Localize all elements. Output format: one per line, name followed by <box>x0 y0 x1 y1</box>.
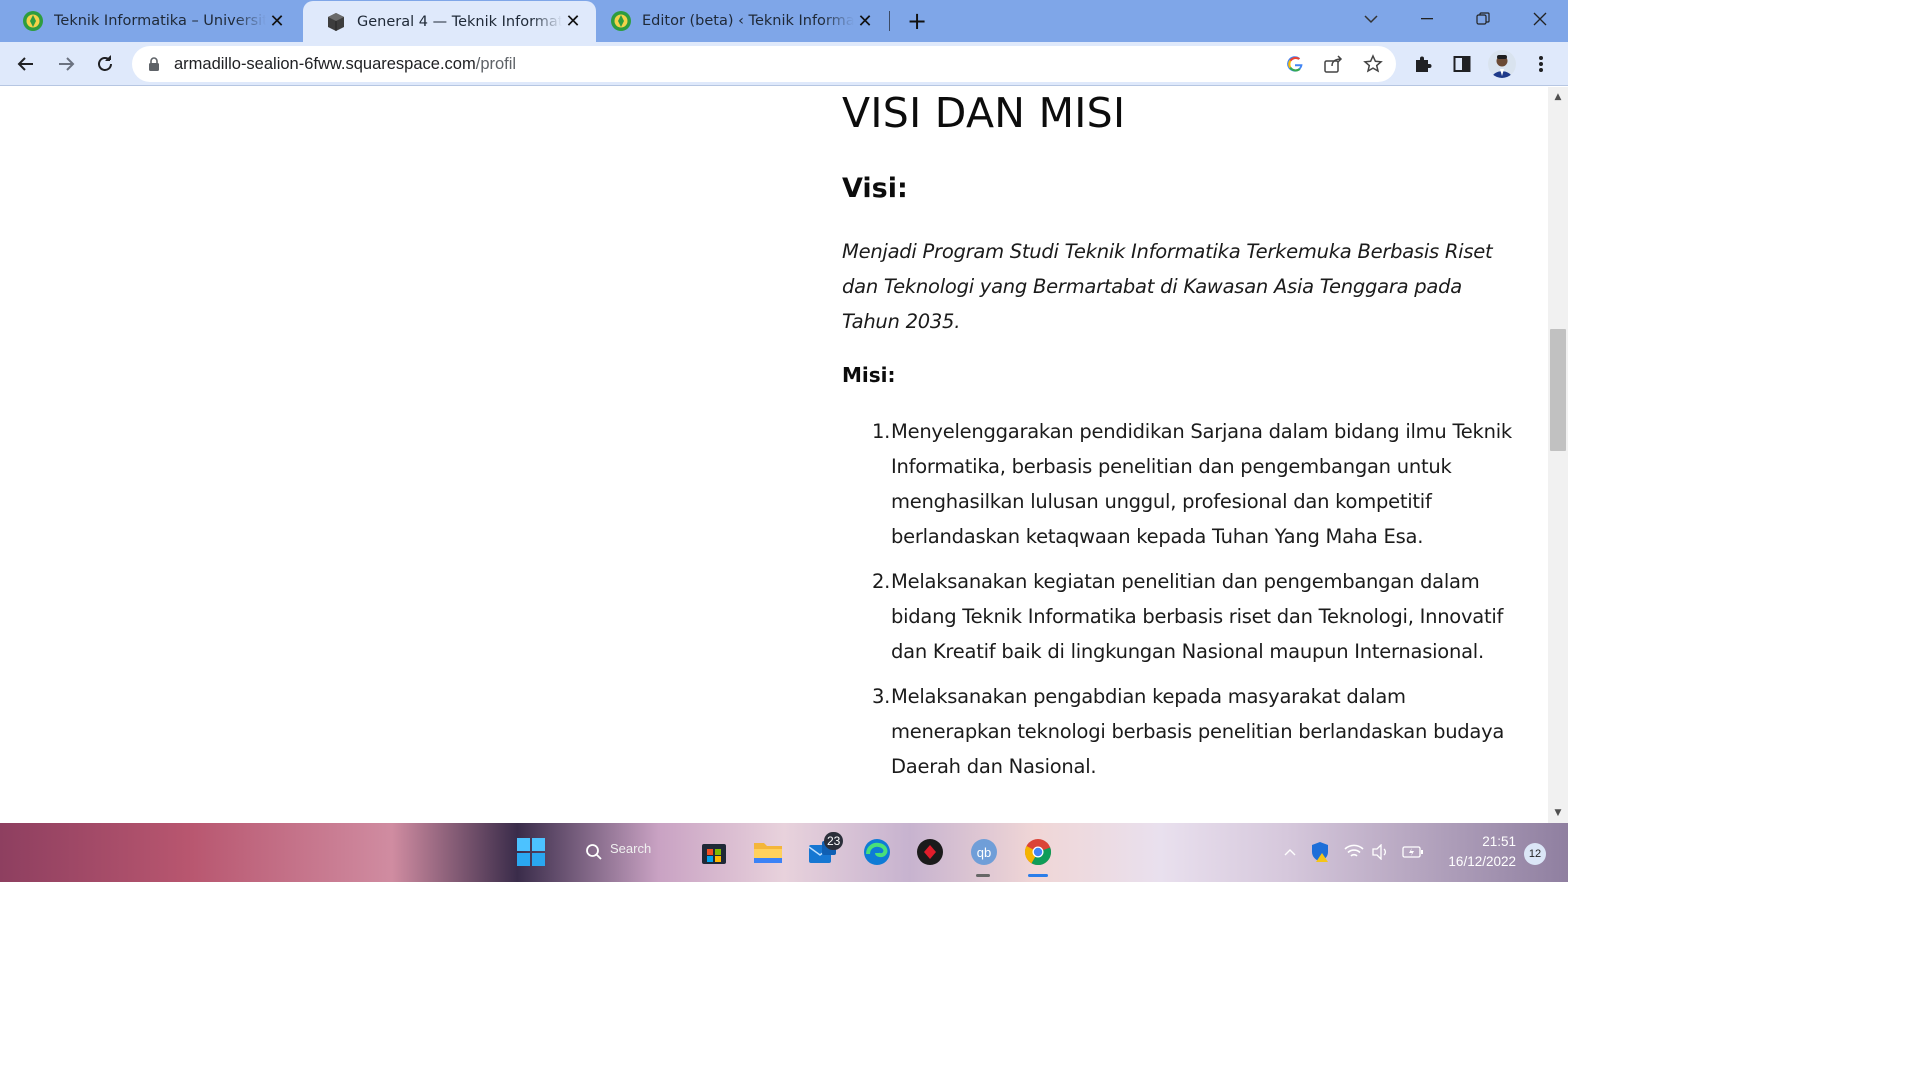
microsoft-store-icon[interactable] <box>697 835 731 869</box>
close-icon[interactable]: ✕ <box>266 10 288 32</box>
share-icon[interactable] <box>1322 52 1346 76</box>
tab-search-chevron-icon[interactable] <box>1343 0 1399 38</box>
misi-heading: Misi: <box>842 363 896 387</box>
url-text[interactable]: armadillo-sealion-6fww.squarespace.com/p… <box>174 55 516 74</box>
visi-heading: Visi: <box>842 173 908 204</box>
restore-button[interactable] <box>1455 0 1511 38</box>
close-icon[interactable]: ✕ <box>562 11 584 33</box>
forward-button[interactable] <box>50 48 82 80</box>
list-number: 3. <box>872 685 891 708</box>
close-window-button[interactable] <box>1512 0 1568 38</box>
google-lens-icon[interactable] <box>1283 52 1307 76</box>
back-button[interactable] <box>10 48 42 80</box>
url-host: armadillo-sealion-6fww.squarespace.com <box>174 54 476 73</box>
list-number: 1. <box>872 420 891 443</box>
tab-editor-beta[interactable]: Editor (beta) ‹ Teknik Informatika ✕ <box>588 0 888 42</box>
tab-title: General 4 — Teknik Informatika U <box>357 13 562 30</box>
web-page: VISI DAN MISI Visi: Menjadi Program Stud… <box>0 87 1548 823</box>
lock-icon[interactable] <box>146 56 162 72</box>
notification-count[interactable]: 12 <box>1524 843 1546 865</box>
list-item-text: Menyelenggarakan pendidikan Sarjana dala… <box>891 420 1512 548</box>
tab-general-4[interactable]: General 4 — Teknik Informatika U ✕ <box>303 1 596 42</box>
list-item-text: Melaksanakan kegiatan penelitian dan pen… <box>891 570 1504 663</box>
volume-icon[interactable] <box>1366 835 1394 869</box>
tab-title: Teknik Informatika – Universitas F <box>54 13 266 29</box>
new-tab-button[interactable]: + <box>902 6 932 36</box>
game-app-icon[interactable] <box>913 835 947 869</box>
windows-start-icon[interactable] <box>514 835 548 869</box>
edge-browser-icon[interactable] <box>860 835 894 869</box>
clock-date: 16/12/2022 <box>1448 854 1516 869</box>
clock[interactable]: 21:51 16/12/2022 <box>1440 832 1516 872</box>
tab-title: Editor (beta) ‹ Teknik Informatika <box>642 13 854 29</box>
university-logo-icon <box>22 10 44 32</box>
list-number: 2. <box>872 570 891 593</box>
browser-toolbar: armadillo-sealion-6fww.squarespace.com/p… <box>0 42 1568 86</box>
windows-taskbar: Search 23 qb 21:51 16/12/2022 12 <box>0 823 1568 882</box>
reload-button[interactable] <box>89 48 121 80</box>
file-explorer-icon[interactable] <box>751 835 785 869</box>
extensions-puzzle-icon[interactable] <box>1407 48 1439 80</box>
wifi-icon[interactable] <box>1340 835 1368 869</box>
chrome-menu-icon[interactable] <box>1525 48 1557 80</box>
search-icon[interactable] <box>582 835 606 869</box>
mail-badge: 23 <box>824 832 844 850</box>
battery-icon[interactable] <box>1398 835 1428 869</box>
list-item: 1. Menyelenggarakan pendidikan Sarjana d… <box>842 414 1512 554</box>
list-item-text: Melaksanakan pengabdian kepada masyaraka… <box>891 685 1505 778</box>
cube-icon <box>325 11 347 33</box>
clock-time: 21:51 <box>1482 834 1516 849</box>
svg-text:qb: qb <box>977 845 991 860</box>
profile-avatar[interactable] <box>1488 50 1516 78</box>
active-app-indicator <box>1028 874 1048 877</box>
bookmark-star-icon[interactable] <box>1361 52 1385 76</box>
side-panel-icon[interactable] <box>1446 48 1478 80</box>
minimize-button[interactable] <box>1399 0 1455 38</box>
url-path: /profil <box>475 54 517 73</box>
tab-teknik-informatika[interactable]: Teknik Informatika – Universitas F ✕ <box>0 0 300 42</box>
tab-separator <box>889 11 890 31</box>
scroll-down-arrow-icon[interactable]: ▼ <box>1548 805 1568 821</box>
university-logo-icon <box>610 10 632 32</box>
chrome-browser-icon[interactable] <box>1021 835 1055 869</box>
chevron-up-icon[interactable] <box>1278 835 1302 869</box>
misi-list: 1. Menyelenggarakan pendidikan Sarjana d… <box>842 414 1512 794</box>
visi-text: Menjadi Program Studi Teknik Informatika… <box>842 240 1493 333</box>
qbittorrent-icon[interactable]: qb <box>967 835 1001 869</box>
close-icon[interactable]: ✕ <box>854 10 876 32</box>
tab-strip: Teknik Informatika – Universitas F ✕ Gen… <box>0 0 1568 42</box>
scrollbar-thumb[interactable] <box>1550 329 1566 451</box>
vertical-scrollbar[interactable]: ▲ ▼ <box>1548 87 1568 823</box>
list-item: 2. Melaksanakan kegiatan penelitian dan … <box>842 564 1512 669</box>
active-app-indicator <box>976 874 990 877</box>
address-bar[interactable]: armadillo-sealion-6fww.squarespace.com/p… <box>132 46 1396 82</box>
page-title: VISI DAN MISI <box>842 89 1126 137</box>
taskbar-search-label[interactable]: Search <box>610 841 651 856</box>
security-shield-icon[interactable] <box>1306 835 1334 869</box>
scroll-up-arrow-icon[interactable]: ▲ <box>1548 89 1568 105</box>
list-item: 3. Melaksanakan pengabdian kepada masyar… <box>842 679 1512 784</box>
